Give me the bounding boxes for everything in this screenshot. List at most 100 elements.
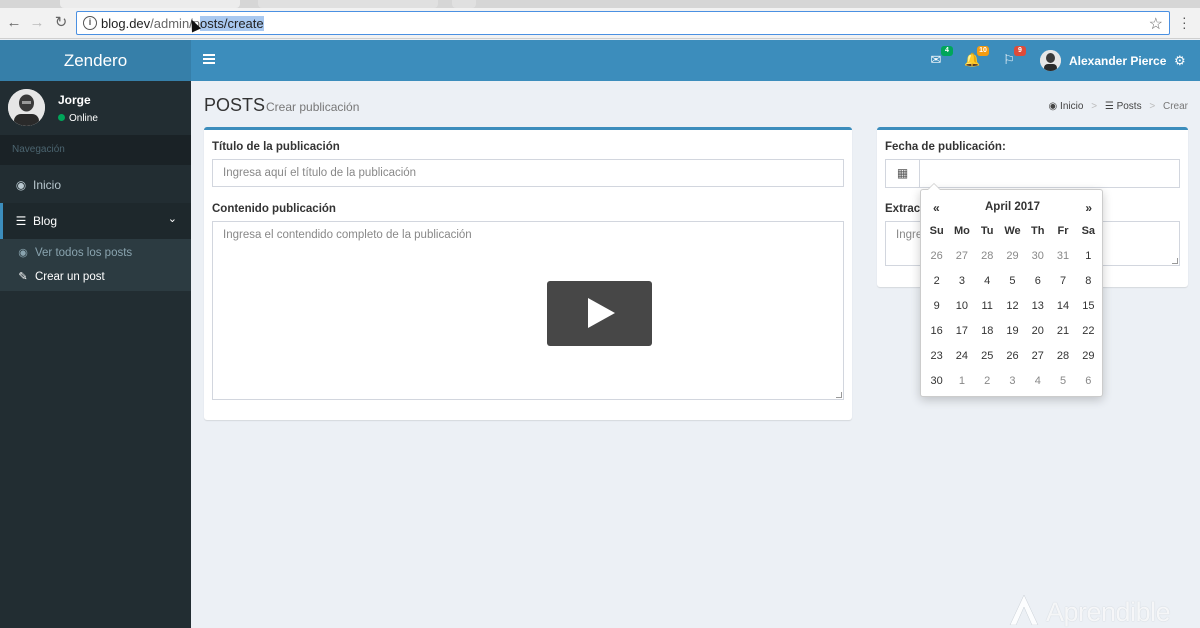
datepicker-day[interactable]: 30 <box>1025 246 1050 271</box>
datepicker-day[interactable]: 29 <box>1000 246 1025 271</box>
address-bar[interactable]: i blog.dev/admin/posts/create ☆ <box>76 11 1170 35</box>
datepicker-day[interactable]: 20 <box>1025 321 1050 346</box>
sidebar-item-label: Ver todos los posts <box>35 247 133 259</box>
datepicker-day[interactable]: 14 <box>1050 296 1075 321</box>
datepicker-day[interactable]: 21 <box>1050 321 1075 346</box>
datepicker-day[interactable]: 1 <box>1076 246 1101 271</box>
reload-icon[interactable]: ↻ <box>52 14 70 32</box>
breadcrumb-item-current: Crear <box>1162 101 1188 112</box>
title-input[interactable]: Ingresa aquí el título de la publicación <box>212 159 844 187</box>
datepicker-day[interactable]: 10 <box>949 296 974 321</box>
datepicker-weekday: Su <box>929 225 944 237</box>
dashboard-icon: ◉ <box>1048 101 1058 112</box>
chevron-down-icon: ⌄ <box>167 213 177 225</box>
sidebar-item-crear-post[interactable]: ✎ Crear un post <box>0 265 191 289</box>
date-input[interactable] <box>919 159 1180 188</box>
notifications-badge: 10 <box>977 46 989 56</box>
list-icon: ☰ <box>15 214 27 228</box>
flag-icon[interactable]: ⚐ 9 <box>1001 46 1026 68</box>
datepicker-day[interactable]: 17 <box>949 321 974 346</box>
datepicker-week-row: 23 24 25 26 27 28 29 <box>924 346 1101 371</box>
datepicker-day[interactable]: 24 <box>949 346 974 371</box>
sidebar-item-label: Blog <box>33 214 58 228</box>
datepicker-day[interactable]: 5 <box>1050 371 1075 396</box>
datepicker-day[interactable]: 2 <box>975 371 1000 396</box>
datepicker-day[interactable]: 29 <box>1076 346 1101 371</box>
datepicker-day[interactable]: 19 <box>1000 321 1025 346</box>
gears-icon[interactable]: ⚙ <box>1174 53 1186 69</box>
datepicker-day[interactable]: 2 <box>924 271 949 296</box>
datepicker-day[interactable]: 28 <box>1050 346 1075 371</box>
datepicker-day[interactable]: 25 <box>975 346 1000 371</box>
list-icon: ☰ <box>1104 101 1114 112</box>
datepicker-day[interactable]: 4 <box>975 271 1000 296</box>
datepicker-day[interactable]: 1 <box>949 371 974 396</box>
datepicker-day[interactable]: 3 <box>1000 371 1025 396</box>
datepicker-day[interactable]: 5 <box>1000 271 1025 296</box>
resize-handle-icon[interactable] <box>836 392 842 398</box>
breadcrumb-separator: > <box>1091 101 1098 112</box>
video-play-button[interactable] <box>547 281 652 346</box>
avatar <box>1040 50 1061 71</box>
bell-icon[interactable]: 🔔 10 <box>964 46 989 68</box>
datepicker-month[interactable]: April 2017 <box>921 201 1104 213</box>
calendar-icon[interactable]: ▦ <box>885 159 920 188</box>
breadcrumb-item-posts[interactable]: Posts <box>1117 101 1142 112</box>
app-logo[interactable]: Zendero <box>0 40 191 81</box>
eye-icon: ◉ <box>18 247 28 259</box>
datepicker-week-row: 9 10 11 12 13 14 15 <box>924 296 1101 321</box>
browser-tab[interactable] <box>60 0 240 8</box>
datepicker-day[interactable]: 15 <box>1076 296 1101 321</box>
datepicker-day[interactable]: 31 <box>1050 246 1075 271</box>
date-label: Fecha de publicación: <box>885 141 1006 153</box>
datepicker-header: « April 2017 » <box>921 199 1104 217</box>
datepicker-next-button[interactable]: » <box>1085 201 1092 215</box>
datepicker-day[interactable]: 18 <box>975 321 1000 346</box>
datepicker-day[interactable]: 27 <box>1025 346 1050 371</box>
datepicker-day[interactable]: 28 <box>975 246 1000 271</box>
datepicker-day[interactable]: 3 <box>949 271 974 296</box>
new-tab-button[interactable] <box>452 0 476 8</box>
title-placeholder: Ingresa aquí el título de la publicación <box>223 167 417 179</box>
datepicker-day[interactable]: 9 <box>924 296 949 321</box>
star-icon[interactable]: ☆ <box>1149 14 1163 34</box>
datepicker-day[interactable]: 6 <box>1076 371 1101 396</box>
datepicker-day[interactable]: 27 <box>949 246 974 271</box>
resize-handle-icon[interactable] <box>1172 258 1178 264</box>
avatar <box>8 89 45 126</box>
back-arrow-icon[interactable]: ← <box>5 14 23 32</box>
content-placeholder: Ingresa el contendido completo de la pub… <box>223 229 472 241</box>
datepicker-day[interactable]: 12 <box>1000 296 1025 321</box>
datepicker-day[interactable]: 26 <box>924 246 949 271</box>
browser-tab[interactable] <box>258 0 438 8</box>
sidebar-toggle-icon[interactable] <box>203 52 215 68</box>
info-icon[interactable]: i <box>83 16 97 30</box>
datepicker-day[interactable]: 7 <box>1050 271 1075 296</box>
datepicker-day[interactable]: 13 <box>1025 296 1050 321</box>
sidebar-item-inicio[interactable]: ◉ Inicio <box>0 167 191 203</box>
datepicker-day[interactable]: 11 <box>975 296 1000 321</box>
datepicker-day[interactable]: 8 <box>1076 271 1101 296</box>
sidebar-item-ver-posts[interactable]: ◉ Ver todos los posts <box>0 241 191 265</box>
datepicker-day[interactable]: 22 <box>1076 321 1101 346</box>
content-textarea[interactable]: Ingresa el contendido completo de la pub… <box>212 221 844 400</box>
kebab-menu-icon[interactable]: · · · <box>1182 10 1187 34</box>
sidebar: Jorge Online Navegación ◉ Inicio ☰ Blog … <box>0 81 191 628</box>
datepicker-day[interactable]: 6 <box>1025 271 1050 296</box>
page-title: POSTS <box>204 95 266 115</box>
envelope-icon[interactable]: ✉ 4 <box>928 46 953 68</box>
dashboard-icon: ◉ <box>15 178 27 192</box>
datepicker-weekday: Th <box>1031 225 1045 237</box>
browser-tab-strip <box>0 0 1200 8</box>
datepicker-day[interactable]: 30 <box>924 371 949 396</box>
datepicker-day[interactable]: 4 <box>1025 371 1050 396</box>
user-name: Alexander Pierce <box>1069 54 1167 68</box>
url-path-selected: osts/create <box>200 16 264 31</box>
forward-arrow-icon[interactable]: → <box>28 14 46 32</box>
datepicker-day[interactable]: 16 <box>924 321 949 346</box>
datepicker-day[interactable]: 26 <box>1000 346 1025 371</box>
sidebar-item-blog[interactable]: ☰ Blog ⌄ <box>0 203 191 239</box>
breadcrumb-item-inicio[interactable]: Inicio <box>1060 101 1083 112</box>
datepicker-day[interactable]: 23 <box>924 346 949 371</box>
sidebar-item-label: Crear un post <box>35 271 105 283</box>
